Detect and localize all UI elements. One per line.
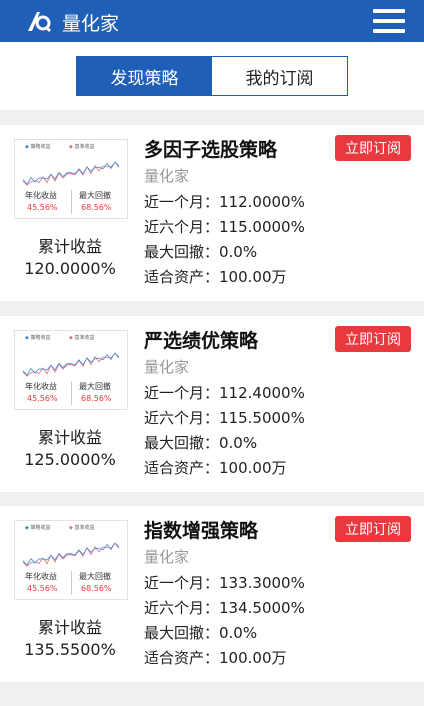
hamburger-icon [373, 9, 405, 13]
cumulative-return-label: 累计收益 [37, 618, 102, 637]
strategy-card[interactable]: ◆ 策略收益 ◆ 基准收益 年化收益 45.56% 最大回撤 68.56% 累计… [0, 125, 424, 301]
mini-line-chart [22, 542, 120, 567]
hamburger-menu-button[interactable] [373, 9, 405, 33]
strategy-provider: 量化家 [144, 358, 190, 376]
stat-one-month: 近一个月：112.4000% [144, 384, 305, 402]
subscribe-button[interactable]: 立即订阅 [335, 135, 411, 161]
subscribe-button[interactable]: 立即订阅 [335, 326, 411, 352]
mini-drawdown-value: 68.56% [81, 584, 112, 593]
cumulative-return-label: 累计收益 [37, 428, 102, 447]
cumulative-return-value: 125.0000% [24, 450, 116, 469]
cumulative-return-value: 135.5500% [24, 640, 116, 659]
stat-max-drawdown: 最大回撤：0.0% [144, 624, 258, 642]
stat-suitable-assets: 适合资产：100.00万 [144, 459, 287, 477]
strategy-card[interactable]: ◆ 策略收益 ◆ 基准收益 年化收益 45.56% 最大回撤 68.56% 累计… [0, 506, 424, 682]
cumulative-return-label: 累计收益 [37, 237, 102, 256]
strategy-thumbnail-chart: ◆ 策略收益 ◆ 基准收益 年化收益 45.56% 最大回撤 68.56% [14, 330, 128, 410]
mini-drawdown-value: 68.56% [81, 394, 112, 403]
subscribe-button[interactable]: 立即订阅 [335, 516, 411, 542]
strategy-provider: 量化家 [144, 167, 190, 185]
stat-one-month: 近一个月：133.3000% [144, 574, 305, 592]
stat-suitable-assets: 适合资产：100.00万 [144, 649, 287, 667]
cumulative-return-value: 120.0000% [24, 259, 116, 278]
stat-six-months: 近六个月：134.5000% [144, 599, 305, 617]
strategy-thumbnail-chart: ◆ 策略收益 ◆ 基准收益 年化收益 45.56% 最大回撤 68.56% [14, 139, 128, 219]
stat-max-drawdown: 最大回撤：0.0% [144, 434, 258, 452]
strategy-name: 指数增强策略 [144, 520, 259, 542]
tab-my-subscriptions[interactable]: 我的订阅 [212, 57, 347, 95]
stat-six-months: 近六个月：115.0000% [144, 218, 305, 236]
stat-suitable-assets: 适合资产：100.00万 [144, 268, 287, 286]
strategy-name: 严选绩优策略 [144, 330, 259, 352]
mini-line-chart [22, 352, 120, 377]
mini-drawdown-label: 最大回撤 [79, 572, 111, 581]
stat-max-drawdown: 最大回撤：0.0% [144, 243, 258, 261]
strategy-thumbnail-chart: ◆ 策略收益 ◆ 基准收益 年化收益 45.56% 最大回撤 68.56% [14, 520, 128, 600]
mini-line-chart [22, 161, 120, 186]
stat-one-month: 近一个月：112.0000% [144, 193, 305, 211]
mini-annual-label: 年化收益 [25, 382, 57, 391]
mini-drawdown-label: 最大回撤 [79, 191, 111, 200]
mini-annual-value: 45.56% [27, 203, 58, 212]
app-title: 量化家 [62, 13, 120, 35]
tab-discover-strategies[interactable]: 发现策略 [77, 57, 212, 95]
quant-logo-icon [28, 12, 52, 33]
app-header: 量化家 [0, 0, 424, 42]
strategy-card[interactable]: ◆ 策略收益 ◆ 基准收益 年化收益 45.56% 最大回撤 68.56% 累计… [0, 316, 424, 492]
mini-annual-value: 45.56% [27, 394, 58, 403]
mini-drawdown-label: 最大回撤 [79, 382, 111, 391]
strategy-name: 多因子选股策略 [144, 139, 278, 161]
mini-annual-label: 年化收益 [25, 191, 57, 200]
tab-bar: 发现策略 我的订阅 [0, 42, 424, 110]
stat-six-months: 近六个月：115.5000% [144, 409, 305, 427]
mini-drawdown-value: 68.56% [81, 203, 112, 212]
mini-annual-label: 年化收益 [25, 572, 57, 581]
mini-annual-value: 45.56% [27, 584, 58, 593]
strategy-provider: 量化家 [144, 548, 190, 566]
segmented-tabs: 发现策略 我的订阅 [76, 56, 348, 96]
